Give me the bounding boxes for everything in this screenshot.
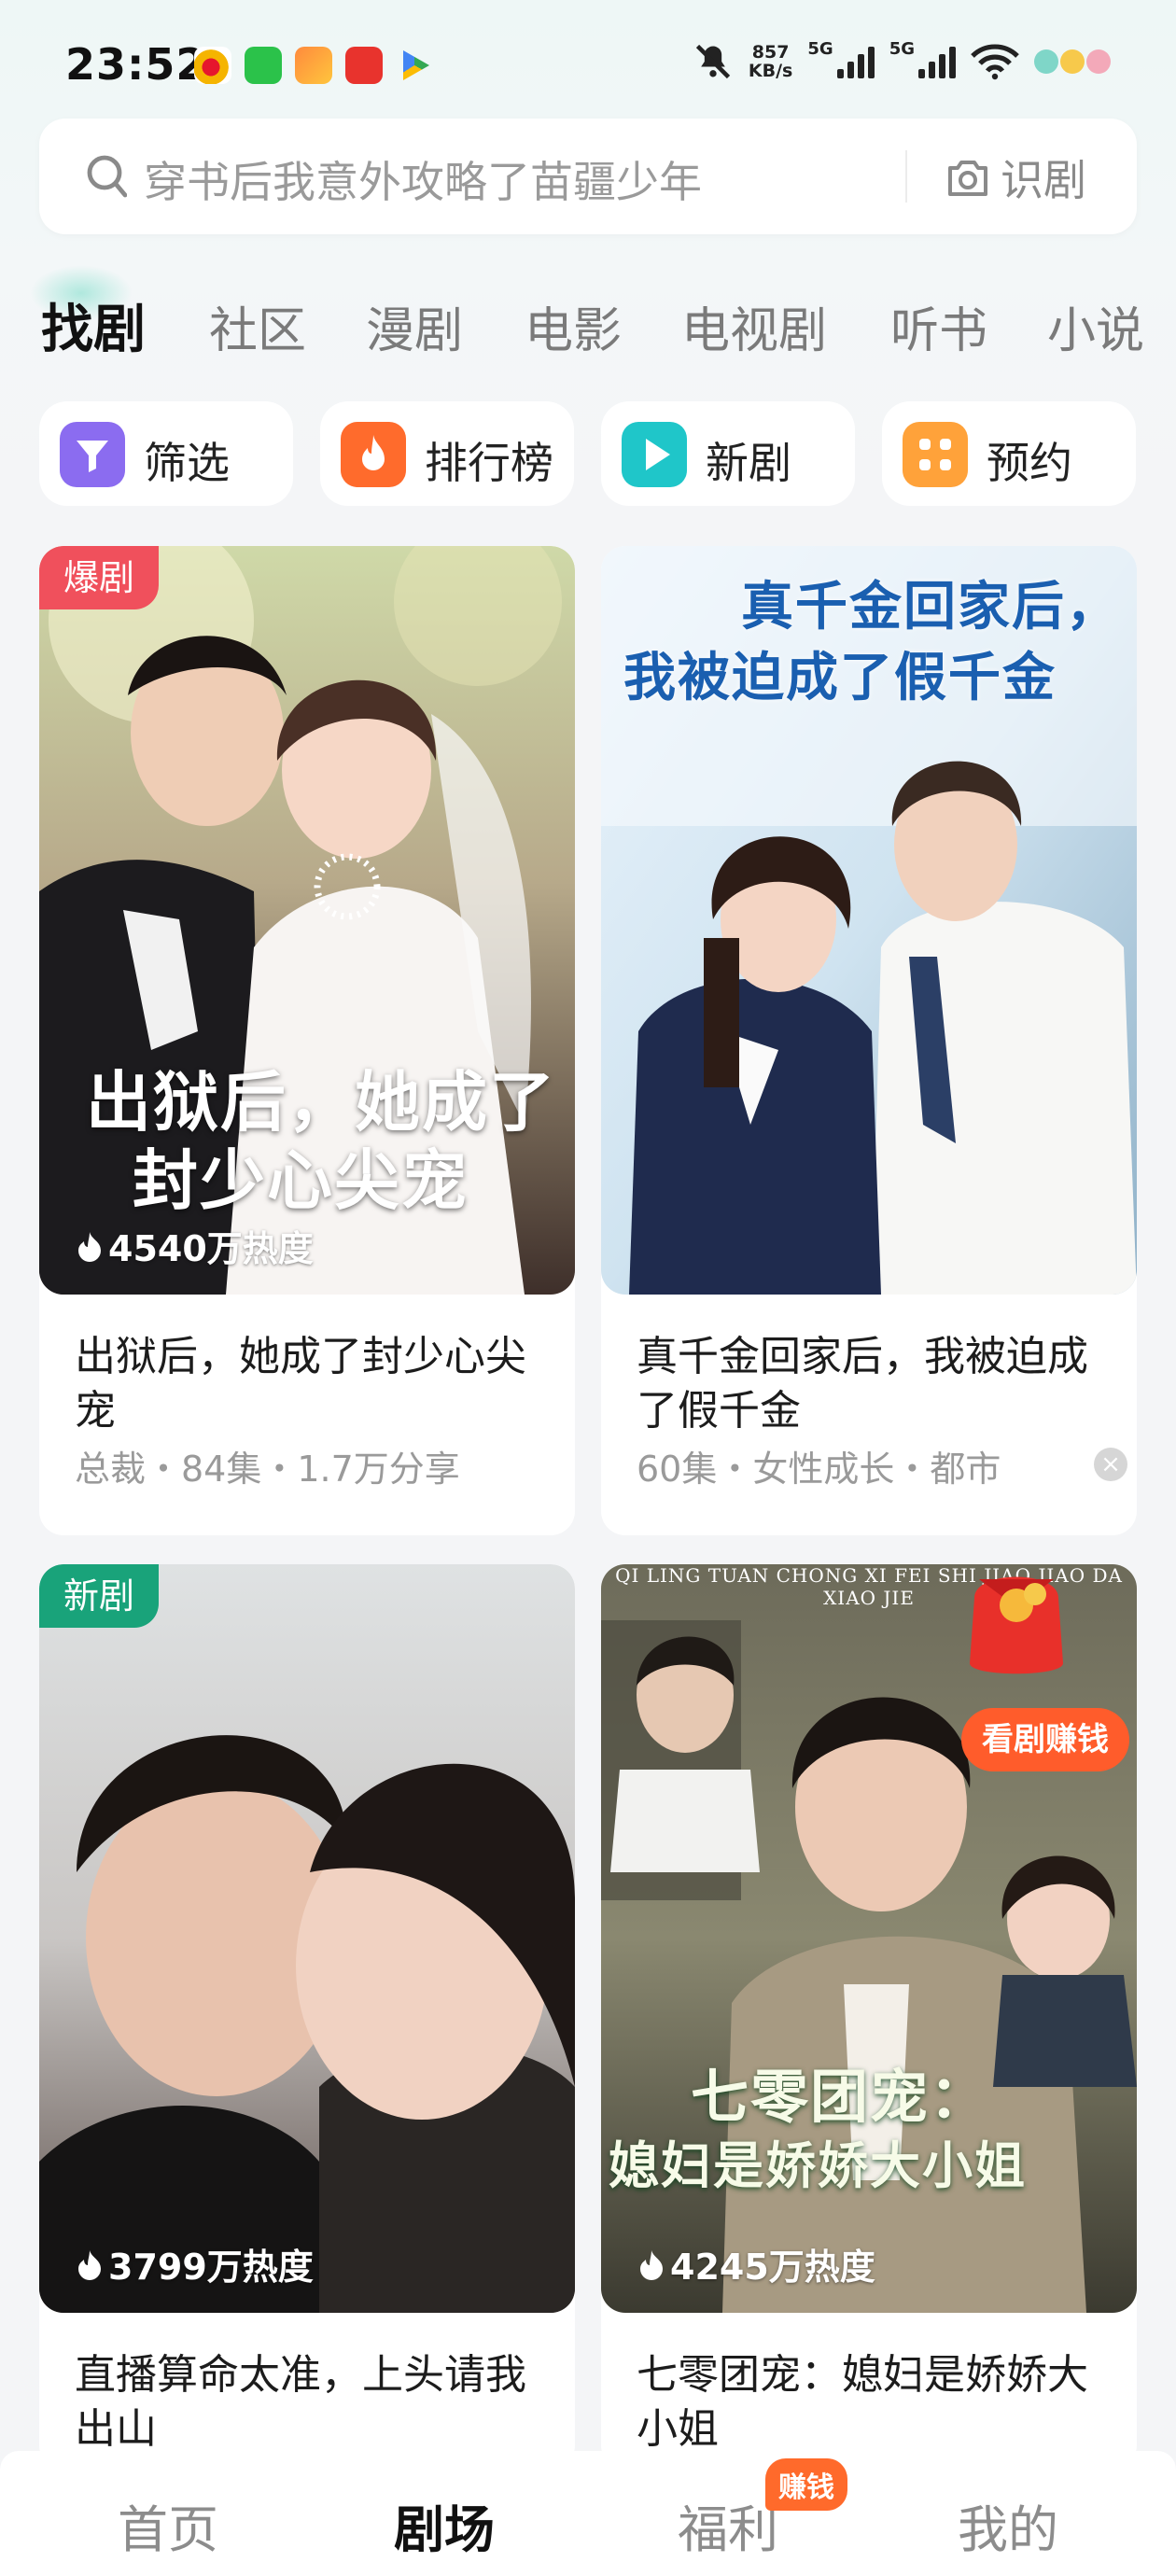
play-store-icon: [403, 50, 429, 80]
wifi-icon: [971, 44, 1019, 80]
poster-title-line2: 封少心尖宠: [133, 1141, 469, 1219]
flame-icon: [341, 422, 406, 487]
weibo-icon: [194, 47, 231, 84]
heat-indicator: 4540万热度: [77, 1220, 314, 1271]
signal-icon: [836, 45, 875, 78]
earn-money-badge[interactable]: 看剧赚钱: [961, 1708, 1129, 1771]
drama-poster[interactable]: 真千金回家后， 我被迫成了假千金: [601, 546, 1137, 1295]
recognize-drama-button[interactable]: 识剧: [945, 147, 1086, 208]
play-icon: [622, 422, 687, 487]
red-app-icon: [345, 47, 383, 84]
reserve-label: 预约: [987, 438, 1072, 488]
ranking-button[interactable]: 排行榜: [320, 401, 574, 506]
nav-home[interactable]: 首页: [118, 2488, 218, 2562]
video-app-icon: [295, 47, 332, 84]
drama-card[interactable]: 爆剧 出狱后，她成了 封少心尖宠 4540万热度 出狱后，她成了封少心尖宠 总裁…: [39, 546, 575, 1535]
network-speed: 857 KB/s: [748, 42, 793, 81]
signal1-label: 5G: [807, 38, 833, 59]
search-bar[interactable]: 穿书后我意外攻略了苗疆少年 识剧: [39, 119, 1137, 234]
tab-novel[interactable]: 小说: [1047, 291, 1144, 361]
drama-meta: 总裁・84集・1.7万分享: [75, 1449, 460, 1490]
dismiss-icon[interactable]: ×: [1094, 1448, 1127, 1481]
camera-icon: [948, 161, 987, 196]
heat-indicator: 4245万热度: [638, 2238, 875, 2289]
heat-indicator: 3799万热度: [77, 2238, 314, 2289]
drama-card[interactable]: 新剧 3799万热度 直播算命太准，上头请我出山: [39, 1564, 575, 2470]
heat-value: 3799万热度: [108, 2247, 314, 2288]
mute-icon: [695, 44, 731, 79]
drama-meta: 60集・女性成长・都市: [637, 1449, 1001, 1490]
red-envelope-icon[interactable]: [956, 1551, 1077, 1682]
status-bar: 23:52 857 KB/s 5G 5G: [0, 0, 1176, 112]
tab-comic-drama[interactable]: 漫剧: [366, 291, 463, 361]
battery-toys-icon: [1034, 49, 1111, 74]
grid-dots-icon: [903, 422, 968, 487]
flame-icon: [640, 2249, 663, 2280]
signal-icon: [918, 45, 956, 78]
drama-title[interactable]: 七零团宠：媳妇是娇娇大小姐: [637, 2348, 1103, 2457]
flame-icon: [78, 1231, 101, 1262]
signal2-label: 5G: [889, 38, 915, 59]
hot-tag: 爆剧: [39, 546, 160, 609]
ranking-label: 排行榜: [425, 438, 553, 488]
new-drama-label: 新剧: [706, 438, 791, 488]
drama-poster[interactable]: 新剧 3799万热度: [39, 1564, 575, 2313]
tab-find-drama[interactable]: 找剧: [41, 287, 146, 363]
new-tag: 新剧: [39, 1564, 160, 1628]
search-icon: [87, 155, 127, 198]
notification-app-icons: [194, 47, 433, 84]
earn-badge: 赚钱: [765, 2458, 847, 2511]
heat-value: 4245万热度: [670, 2247, 875, 2288]
drama-card[interactable]: 真千金回家后， 我被迫成了假千金 真千金回家后，我被迫成了假千金 60集・女性成…: [601, 546, 1137, 1535]
filter-label: 筛选: [144, 438, 230, 488]
drama-title[interactable]: 直播算命太准，上头请我出山: [75, 2348, 541, 2457]
search-divider: [905, 150, 907, 203]
flame-icon: [78, 2249, 101, 2280]
poster-title-line2: 媳妇是娇娇大小姐: [609, 2135, 1027, 2195]
filter-icon: [60, 422, 125, 487]
drama-card[interactable]: QI LING TUAN CHONG XI FEI SHI JIAO JIAO …: [601, 1564, 1137, 2470]
tab-tv-series[interactable]: 电视剧: [681, 291, 827, 361]
category-tabs: 找剧 社区 漫剧 电影 电视剧 听书 小说: [0, 280, 1176, 373]
nav-mine[interactable]: 我的: [958, 2488, 1058, 2562]
drama-title[interactable]: 真千金回家后，我被迫成了假千金: [637, 1330, 1103, 1438]
system-status: 857 KB/s 5G 5G: [693, 38, 1111, 82]
poster-title-line1: 真千金回家后，: [741, 576, 1120, 637]
tab-community[interactable]: 社区: [209, 291, 306, 361]
poster-image: [39, 1564, 575, 2313]
bottom-nav: 首页 剧场 福利 赚钱 我的: [0, 2451, 1176, 2576]
poster-title-line1: 七零团宠：: [691, 2063, 990, 2131]
clock: 23:52: [65, 39, 207, 90]
new-drama-button[interactable]: 新剧: [601, 401, 855, 506]
search-input[interactable]: 穿书后我意外攻略了苗疆少年: [144, 148, 702, 210]
drama-title[interactable]: 出狱后，她成了封少心尖宠: [75, 1330, 541, 1438]
filter-button[interactable]: 筛选: [39, 401, 293, 506]
heat-value: 4540万热度: [108, 1228, 314, 1269]
poster-title-line2: 我被迫成了假千金: [623, 647, 1057, 708]
recognize-label: 识剧: [1001, 155, 1086, 205]
drama-poster[interactable]: 爆剧 出狱后，她成了 封少心尖宠 4540万热度: [39, 546, 575, 1295]
reserve-button[interactable]: 预约: [882, 401, 1136, 506]
nav-welfare[interactable]: 福利: [678, 2488, 778, 2562]
tab-movie[interactable]: 电影: [525, 291, 622, 361]
nav-theater[interactable]: 剧场: [394, 2488, 495, 2562]
wechat-icon: [245, 47, 282, 84]
tab-audiobook[interactable]: 听书: [890, 291, 987, 361]
